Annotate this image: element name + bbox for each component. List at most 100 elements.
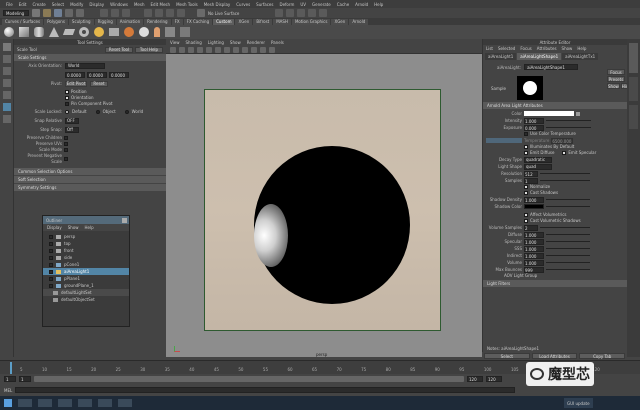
color-picker-icon[interactable] <box>576 111 580 116</box>
taskbar-app-icon[interactable] <box>78 399 92 407</box>
z-value-field[interactable]: 0.0000 <box>109 72 129 78</box>
sphere-icon[interactable] <box>4 27 14 37</box>
taskbar-app-icon[interactable] <box>38 399 52 407</box>
aov-volume-slider[interactable] <box>546 262 590 263</box>
menu-item[interactable]: Edit <box>19 2 27 7</box>
aov-indirect-slider[interactable] <box>546 255 590 256</box>
save-scene-icon[interactable] <box>54 9 62 17</box>
focus-button[interactable]: Focus <box>607 69 625 75</box>
menu-item[interactable]: Modify <box>70 2 83 7</box>
ae-menu-item[interactable]: List <box>486 46 493 51</box>
list-item[interactable]: top <box>43 240 129 247</box>
person-icon[interactable] <box>154 27 160 37</box>
xray-icon[interactable] <box>224 46 230 53</box>
camera-select-icon[interactable] <box>170 46 176 53</box>
smooth-shade-icon[interactable] <box>188 46 194 53</box>
select-object-icon[interactable] <box>111 9 119 17</box>
emit-diffuse-checkbox[interactable] <box>524 151 528 155</box>
cylinder-icon[interactable] <box>34 27 44 37</box>
menu-item[interactable]: Select <box>52 2 64 7</box>
shelf-tab[interactable]: XGen <box>331 18 349 25</box>
gui-update-notice[interactable]: GUI update <box>564 398 593 408</box>
soft-selection-header[interactable]: Soft Selection <box>14 176 166 183</box>
step-snap-toggle[interactable]: Off <box>65 127 79 133</box>
menu-item[interactable]: Windows <box>110 2 128 7</box>
taskbar-app-icon[interactable] <box>58 399 72 407</box>
presets-button[interactable]: Presets <box>607 76 625 82</box>
shadows-icon[interactable] <box>215 46 221 53</box>
expand-icon[interactable] <box>49 283 53 288</box>
list-item[interactable]: front <box>43 247 129 254</box>
close-icon[interactable] <box>122 217 127 223</box>
aov-diffuse-slider[interactable] <box>546 234 590 235</box>
intensity-slider[interactable] <box>546 120 591 121</box>
cone-icon[interactable] <box>49 27 59 37</box>
select-hierarchy-icon[interactable] <box>100 9 108 17</box>
expand-icon[interactable] <box>49 262 53 267</box>
preserve-children-checkbox[interactable] <box>64 136 68 140</box>
expand-icon[interactable] <box>49 241 53 246</box>
copy-tab-button[interactable]: Copy Tab <box>579 353 626 359</box>
shelf-tab[interactable]: XGen <box>235 18 253 25</box>
menu-item[interactable]: Mesh <box>134 2 145 7</box>
max-bounces-field[interactable]: 999 <box>524 266 544 273</box>
side-tab-tool-settings[interactable] <box>629 77 638 101</box>
exposure-field[interactable]: 0.000 <box>524 124 544 131</box>
aov-indirect-field[interactable]: 1.000 <box>524 252 544 259</box>
list-item[interactable]: persp <box>43 233 129 240</box>
outliner-menu-item[interactable]: Show <box>68 225 79 230</box>
aov-diffuse-field[interactable]: 1.000 <box>524 231 544 238</box>
open-scene-icon[interactable] <box>43 9 51 17</box>
ae-menu-item[interactable]: Attributes <box>537 46 557 51</box>
area-light-attributes-header[interactable]: Arnold Area Light Attributes <box>483 102 627 109</box>
exposure-slider[interactable] <box>546 127 591 128</box>
prevent-negative-checkbox[interactable] <box>64 157 68 161</box>
viewport-menu-item[interactable]: Shading <box>186 40 202 45</box>
normalize-checkbox[interactable] <box>524 185 528 189</box>
shelf-tab[interactable]: Animation <box>116 18 144 25</box>
aov-specular-field[interactable]: 1.000 <box>524 238 544 245</box>
menu-item[interactable]: Surfaces <box>256 2 273 7</box>
select-tool-icon[interactable] <box>3 43 11 51</box>
samples-slider[interactable] <box>540 180 590 181</box>
position-checkbox[interactable] <box>65 90 69 94</box>
list-item[interactable]: groundPlane_1 <box>43 282 129 289</box>
wireframe-icon[interactable] <box>179 46 185 53</box>
pin-pivot-checkbox[interactable] <box>65 102 69 106</box>
snap-relative-toggle[interactable]: OFF <box>65 118 79 124</box>
ae-node-name-field[interactable]: aiAreaLightShape1 <box>524 64 579 70</box>
light-filters-header[interactable]: Light Filters <box>483 280 627 287</box>
grid-icon[interactable] <box>233 46 239 53</box>
viewport-menu-item[interactable]: Lighting <box>208 40 224 45</box>
ae-menu-item[interactable]: Selected <box>498 46 515 51</box>
expand-icon[interactable] <box>49 234 53 239</box>
ae-menu-item[interactable]: Focus <box>520 46 531 51</box>
select-component-icon[interactable] <box>122 9 130 17</box>
outliner-menu-item[interactable]: Help <box>85 225 94 230</box>
mel-label[interactable]: MEL <box>4 388 12 393</box>
torus-icon[interactable] <box>79 27 89 37</box>
command-input[interactable] <box>15 387 516 393</box>
expand-icon[interactable] <box>49 269 53 274</box>
mode-dropdown[interactable]: Modeling <box>3 10 29 16</box>
list-item[interactable]: defaultLightSet <box>43 289 129 296</box>
shelf-tab-active[interactable]: Custom <box>213 18 235 25</box>
isolate-icon[interactable] <box>242 46 248 53</box>
volume-samples-field[interactable]: 2 <box>524 224 538 231</box>
viewport-menu-item[interactable]: View <box>170 40 180 45</box>
menu-item[interactable]: Mesh Tools <box>176 2 198 7</box>
ae-tab-active[interactable]: aiAreaLightShape1 <box>517 52 562 60</box>
shelf-tab[interactable]: FX <box>171 18 183 25</box>
expand-icon[interactable] <box>49 255 53 260</box>
emit-specular-checkbox[interactable] <box>562 151 567 155</box>
menu-item[interactable]: Edit Mesh <box>151 2 171 7</box>
snap-grid-icon[interactable] <box>144 9 152 17</box>
end-frame-field[interactable]: 120 <box>486 376 502 382</box>
menu-item[interactable]: Mesh Display <box>204 2 231 7</box>
resolution-field[interactable]: 512 <box>524 170 538 177</box>
new-scene-icon[interactable] <box>32 9 40 17</box>
menu-item[interactable]: Display <box>89 2 104 7</box>
snap-curve-icon[interactable] <box>155 9 163 17</box>
taskbar-app-icon[interactable] <box>98 399 112 407</box>
list-item-selected[interactable]: aiAreaLight1 <box>43 268 129 275</box>
